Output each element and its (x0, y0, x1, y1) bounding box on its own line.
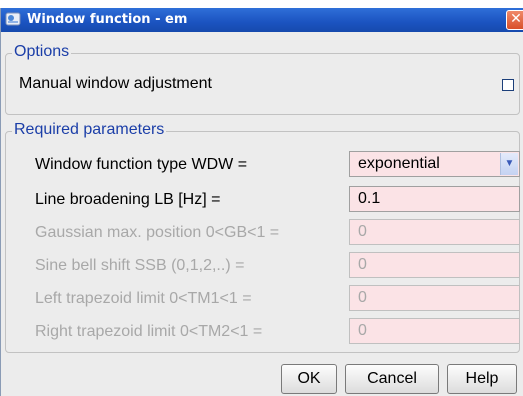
title-bar[interactable]: Window function - em ✕ (1, 8, 523, 32)
close-icon: ✕ (510, 11, 522, 27)
required-parameters-legend: Required parameters (12, 121, 167, 139)
ssb-label: Sine bell shift SSB (0,1,2,..) = (35, 257, 245, 274)
window-title: Window function - em (27, 12, 188, 27)
gb-input[interactable]: 0 (349, 219, 520, 245)
ok-button[interactable]: OK (281, 364, 337, 394)
gb-label: Gaussian max. position 0<GB<1 = (35, 224, 280, 241)
ssb-value: 0 (358, 256, 367, 273)
dialog-window: Window function - em ✕ Options Manual wi… (0, 8, 523, 396)
close-button[interactable]: ✕ (506, 10, 523, 30)
chevron-down-icon[interactable]: ▼ (500, 153, 518, 175)
manual-adjustment-checkbox[interactable] (502, 79, 514, 91)
gb-value: 0 (358, 223, 367, 240)
tm1-input[interactable]: 0 (349, 285, 520, 311)
lb-input[interactable]: 0.1 (349, 186, 520, 212)
help-button[interactable]: Help (447, 364, 517, 394)
wdw-dropdown[interactable]: exponential ▼ (349, 151, 520, 177)
tm2-input[interactable]: 0 (349, 318, 520, 344)
tm2-value: 0 (358, 322, 367, 339)
wdw-label: Window function type WDW = (35, 156, 248, 173)
tm1-value: 0 (358, 289, 367, 306)
wdw-value: exponential (358, 155, 440, 172)
cancel-button[interactable]: Cancel (345, 364, 439, 394)
tm2-label: Right trapezoid limit 0<TM2<1 = (35, 323, 263, 340)
tm1-label: Left trapezoid limit 0<TM1<1 = (35, 290, 252, 307)
ssb-input[interactable]: 0 (349, 252, 520, 278)
options-legend: Options (12, 43, 72, 61)
lb-label: Line broadening LB [Hz] = (35, 191, 221, 208)
manual-adjustment-label: Manual window adjustment (19, 75, 212, 92)
options-group: Options Manual window adjustment (5, 43, 520, 115)
lb-value: 0.1 (358, 190, 381, 207)
app-window-icon (5, 12, 21, 26)
